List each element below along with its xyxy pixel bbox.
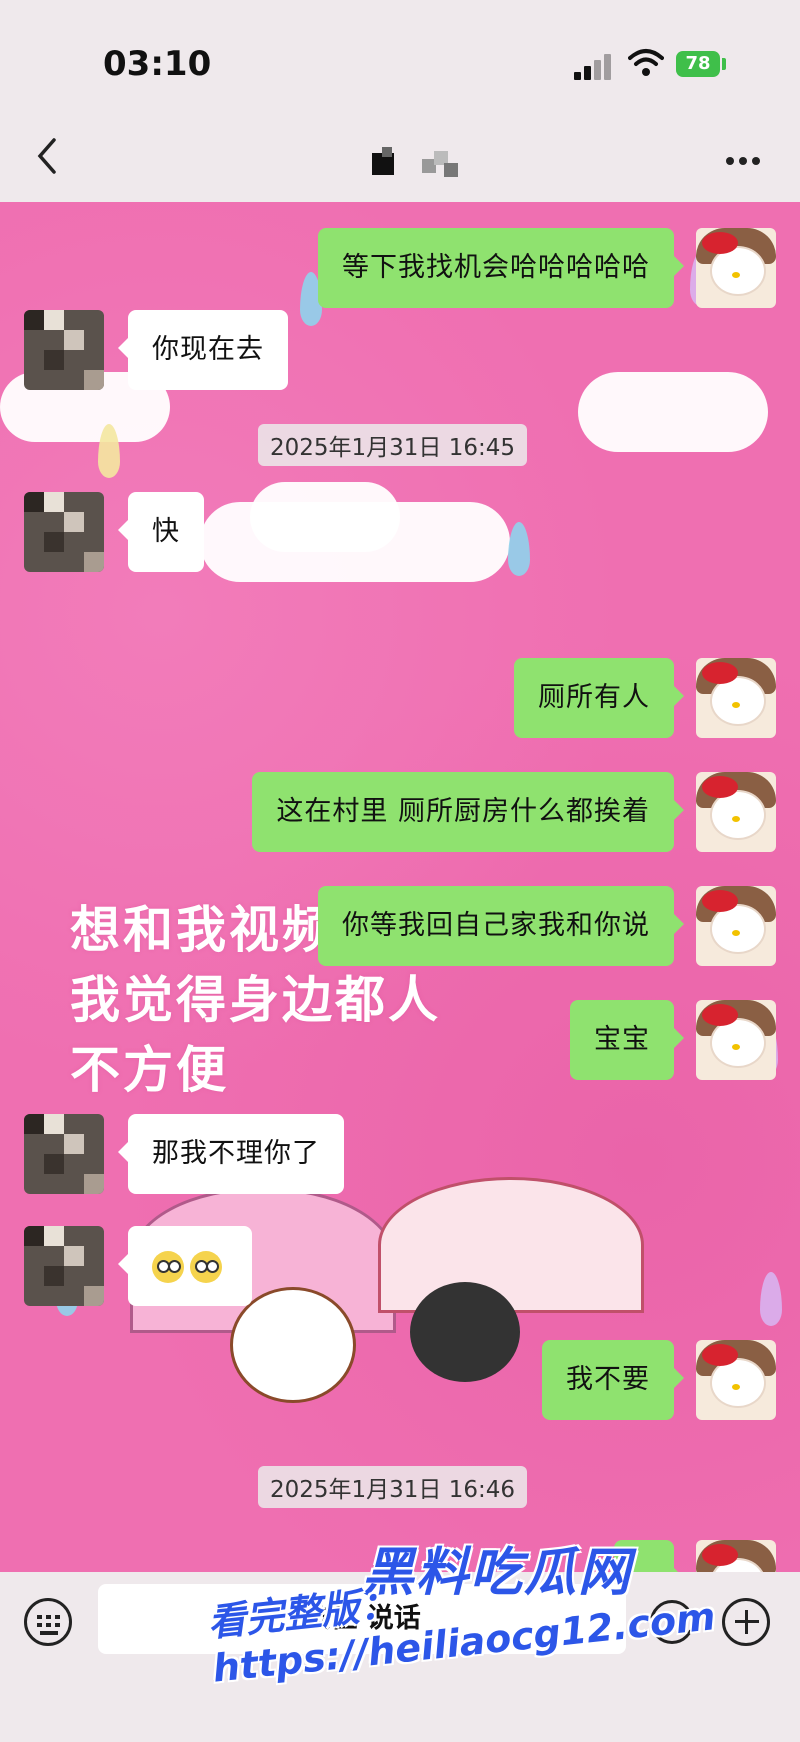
raindrop-decoration [760, 1272, 782, 1326]
message-bubble[interactable]: 你现在去 [118, 310, 288, 390]
status-time: 03:10 [103, 44, 212, 84]
contact-avatar-pixelated[interactable] [24, 492, 104, 572]
timestamp: 2025年1月31日 16:45 [258, 424, 528, 466]
contact-avatar-pixelated[interactable] [24, 1226, 104, 1306]
keyboard-toggle-icon[interactable] [24, 1598, 72, 1646]
cloud-decoration [250, 482, 400, 552]
cloud-decoration [578, 372, 768, 452]
puppy-decoration [230, 1287, 356, 1403]
contact-avatar-pixelated[interactable] [24, 1114, 104, 1194]
raindrop-decoration [508, 522, 530, 576]
message-bubble[interactable]: 宝宝 [570, 1000, 684, 1080]
message-bubble[interactable]: 等下我找机会哈哈哈哈哈 [318, 228, 684, 308]
message-bubble[interactable]: 快 [118, 492, 204, 572]
my-avatar[interactable] [696, 886, 776, 966]
wifi-icon [628, 49, 664, 76]
dizzy-face-emoji-icon [152, 1250, 184, 1283]
umbrella-decoration [378, 1177, 644, 1313]
my-avatar[interactable] [696, 228, 776, 308]
message-bubble[interactable]: 这在村里 厕所厨房什么都挨着 [252, 772, 684, 852]
back-arrow-icon[interactable] [30, 136, 66, 176]
chat-area[interactable]: 想和我视频 我觉得身边都人 不方便 等下我找机会哈哈哈哈哈 你现在去 2025年… [0, 202, 800, 1572]
my-avatar[interactable] [696, 772, 776, 852]
message-bubble[interactable]: 你等我回自己家我和你说 [318, 886, 684, 966]
chat-header [0, 110, 800, 202]
contact-name-pixelated [372, 147, 464, 181]
message-bubble[interactable]: 厕所有人 [514, 658, 684, 738]
dizzy-face-emoji-icon [190, 1250, 222, 1283]
battery-cap [722, 58, 726, 70]
timestamp: 2025年1月31日 16:46 [258, 1466, 528, 1508]
signal-icon [574, 52, 614, 80]
cat-decoration [410, 1282, 520, 1382]
more-options-icon[interactable] [726, 150, 766, 165]
my-avatar[interactable] [696, 658, 776, 738]
message-bubble[interactable]: 我不要 [542, 1340, 684, 1420]
message-bubble[interactable]: 那我不理你了 [118, 1114, 344, 1194]
emoji-message-bubble[interactable] [118, 1226, 252, 1306]
my-avatar[interactable] [696, 1000, 776, 1080]
my-avatar[interactable] [696, 1340, 776, 1420]
battery-level: 78 [676, 51, 720, 77]
contact-avatar-pixelated[interactable] [24, 310, 104, 390]
